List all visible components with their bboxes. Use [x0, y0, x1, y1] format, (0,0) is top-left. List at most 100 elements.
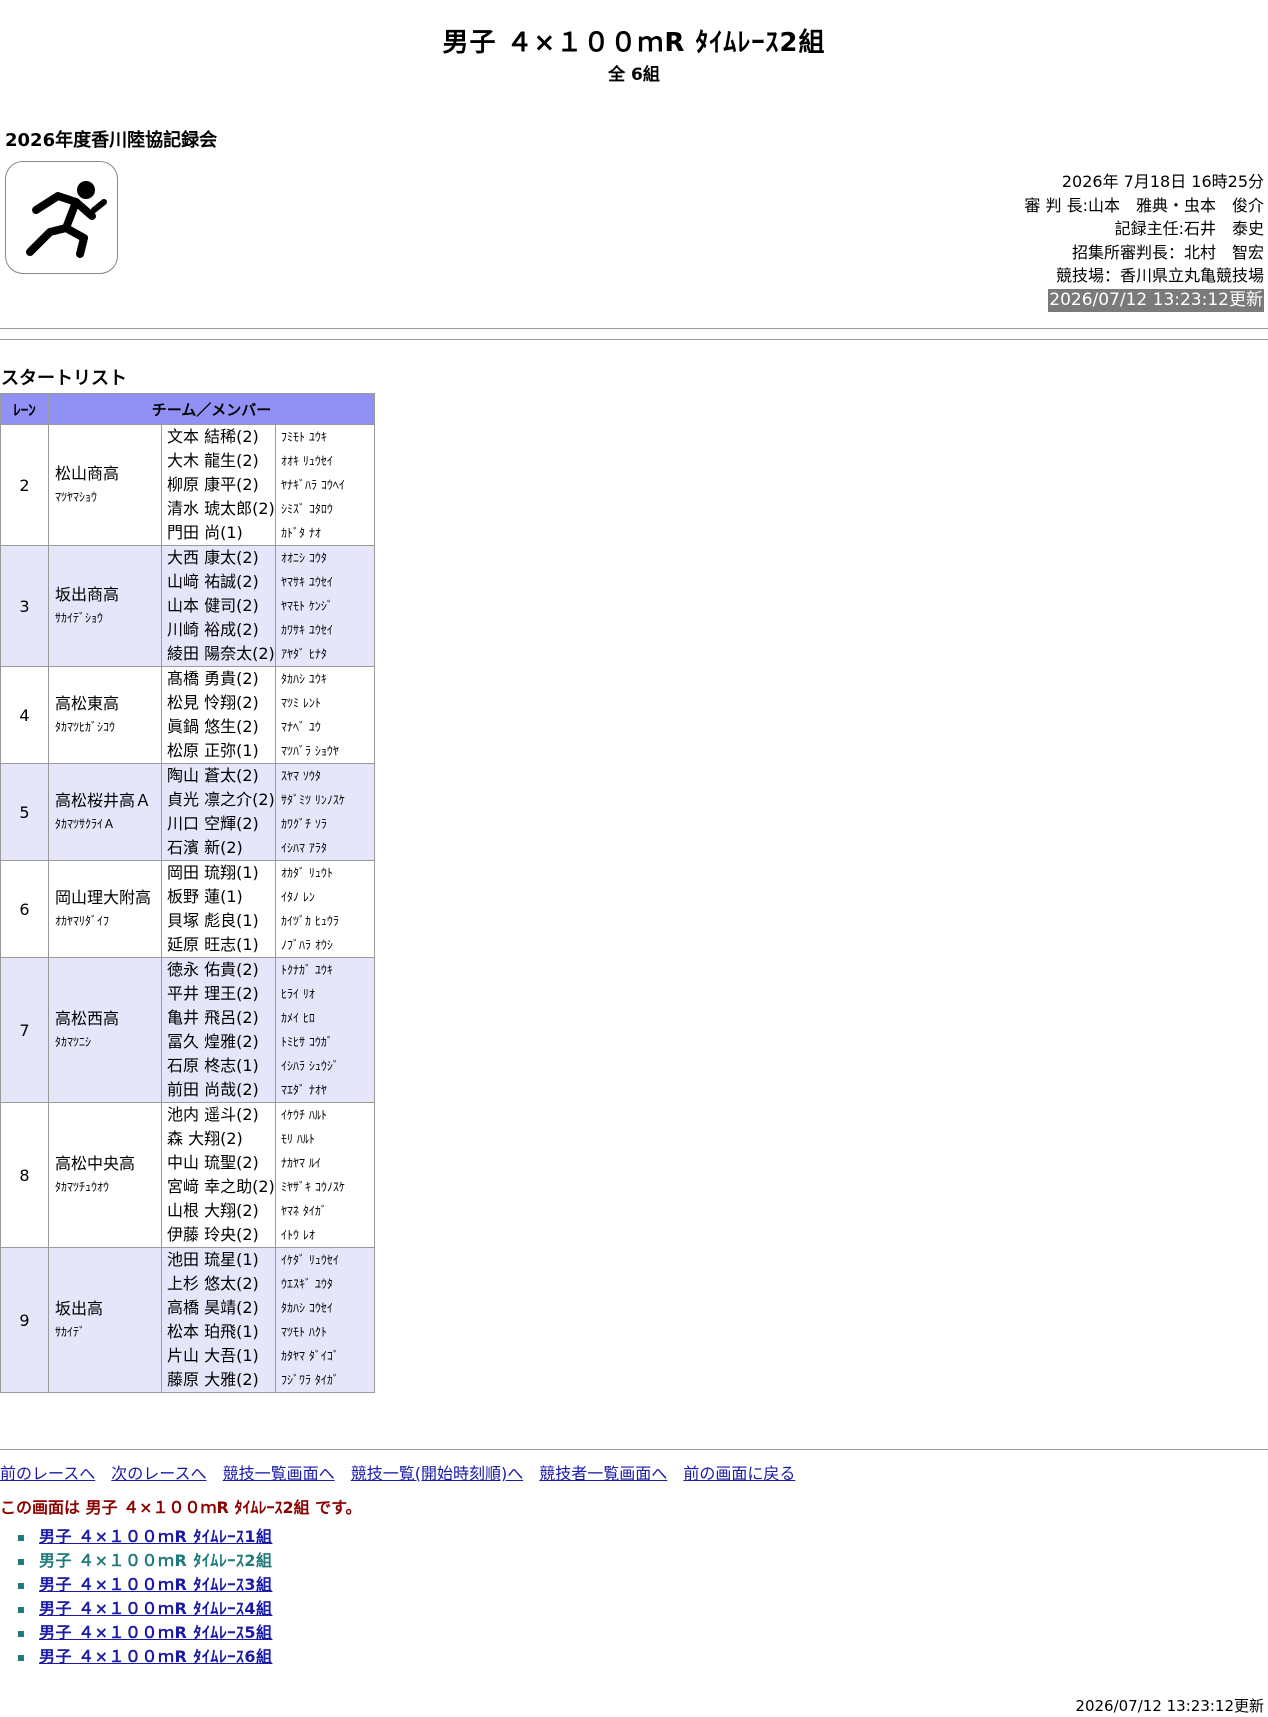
footer-updated: 2026/07/12 13:23:12更新 [1075, 1697, 1264, 1715]
team-cell: 高松中央高 ﾀｶﾏﾂﾁｭｳｵｳ [48, 1102, 162, 1248]
member-kana: ﾏｴﾀﾞ ﾅｵﾔ [281, 1083, 327, 1097]
member-name: 門田 尚(1) [167, 523, 243, 542]
members-cell: 岡田 琉翔(1) 板野 蓮(1) 貝塚 彪良(1) 延原 旺志(1) [161, 860, 276, 958]
team-name: 高松東高 [55, 694, 120, 713]
list-item: 男子 ４×１００ｍR ﾀｲﾑﾚｰｽ1組 [18, 1525, 273, 1549]
recorder: 記録主任:石井 泰史 [1114, 219, 1264, 238]
race-link[interactable]: 男子 ４×１００ｍR ﾀｲﾑﾚｰｽ3組 [39, 1575, 273, 1594]
table-row: 6 岡山理大附高 ｵｶﾔﾏﾘﾀﾞｲﾌ 岡田 琉翔(1) 板野 蓮(1) 貝塚 彪良(1) 延… [0, 860, 375, 958]
member-kana: ﾐﾔｻﾞｷ ｺｳﾉｽｹ [281, 1180, 345, 1194]
page-subtitle: 全 6組 [608, 65, 660, 85]
member-name: 片山 大吾(1) [167, 1346, 259, 1365]
member-kana: ｶﾜｻｷ ﾕｳｾｲ [281, 623, 333, 637]
members-cell: 文本 結稀(2) 大木 龍生(2) 柳原 康平(2) 清水 琥太郎(2) 門田 尚(1) [161, 424, 276, 546]
logo [5, 161, 118, 274]
member-kana: ｲﾄｳ ﾚｵ [281, 1228, 315, 1242]
race-link[interactable]: 男子 ４×１００ｍR ﾀｲﾑﾚｰｽ1組 [39, 1527, 273, 1546]
table-row: 7 高松西高 ﾀｶﾏﾂﾆｼ 徳永 佑貴(2) 平井 理王(2) 亀井 飛呂(2) 冨久 煌雅… [0, 957, 375, 1103]
member-kana: ﾏﾂﾊﾞﾗ ｼｮｳﾔ [281, 744, 339, 758]
lane-cell: 7 [0, 957, 49, 1103]
member-kana: ﾄｸﾅｶﾞ ﾕｳｷ [281, 963, 333, 977]
kana-cell: ﾄｸﾅｶﾞ ﾕｳｷ ﾋﾗｲ ﾘｵ ｶﾒｲ ﾋﾛ ﾄﾐﾋｻ ｺｳｶﾞ ｲｼﾊﾗ ｼｭｳｼﾞ… [275, 957, 375, 1103]
member-kana: ｽﾔﾏ ｿｳﾀ [281, 769, 321, 783]
bullet-icon [18, 1582, 24, 1589]
member-kana: ﾀｶﾊｼ ﾕｳｷ [281, 672, 327, 686]
next-race-link[interactable]: 次のレースへ [111, 1464, 206, 1483]
team-kana: ﾀｶﾏﾂﾁｭｳｵｳ [55, 1180, 110, 1194]
team-cell: 坂出高 ｻｶｲﾃﾞ [48, 1247, 162, 1393]
updated-timestamp: 2026/07/12 13:23:12更新 [1048, 288, 1264, 312]
team-kana: ｵｶﾔﾏﾘﾀﾞｲﾌ [55, 914, 110, 928]
table-row: 9 坂出高 ｻｶｲﾃﾞ 池田 琉星(1) 上杉 悠太(2) 高橋 昊靖(2) 松本 珀飛(1… [0, 1247, 375, 1393]
member-name: 文本 結稀(2) [167, 427, 259, 446]
kana-cell: ｽﾔﾏ ｿｳﾀ ｻﾀﾞﾐﾂ ﾘﾝﾉｽｹ ｶﾜｸﾞﾁ ｿﾗ ｲｼﾊﾏ ｱﾗﾀ [275, 763, 375, 861]
team-name: 松山商高 [55, 464, 120, 483]
member-kana: ﾋﾗｲ ﾘｵ [281, 987, 315, 1001]
venue: 競技場：香川県立丸亀競技場 [1055, 266, 1264, 285]
member-kana: ｵｶﾀﾞ ﾘｭｳﾄ [281, 866, 333, 880]
member-name: 板野 蓮(1) [167, 887, 243, 906]
kana-cell: ｵｵﾆｼ ｺｳﾀ ﾔﾏｻｷ ﾕｳｾｲ ﾔﾏﾓﾄ ｹﾝｼﾞ ｶﾜｻｷ ﾕｳｾｲ ｱﾔﾀﾞ … [275, 545, 375, 667]
prev-race-link[interactable]: 前のレースへ [0, 1464, 95, 1483]
kana-cell: ｲｹｳﾁ ﾊﾙﾄ ﾓﾘ ﾊﾙﾄ ﾅｶﾔﾏ ﾙｲ ﾐﾔｻﾞｷ ｺｳﾉｽｹ ﾔﾏﾈ ﾀｲｶﾞ… [275, 1102, 375, 1248]
kana-cell: ﾀｶﾊｼ ﾕｳｷ ﾏﾂﾐ ﾚﾝﾄ ﾏﾅﾍﾞ ﾕｳ ﾏﾂﾊﾞﾗ ｼｮｳﾔ [275, 666, 375, 764]
member-name: 大西 康太(2) [167, 548, 259, 567]
lane-cell: 4 [0, 666, 49, 764]
member-kana: ﾔﾅｷﾞﾊﾗ ｺｳﾍｲ [281, 478, 345, 492]
member-kana: ﾄﾐﾋｻ ｺｳｶﾞ [281, 1035, 333, 1049]
member-kana: ﾌﾐﾓﾄ ﾕｳｷ [281, 430, 327, 444]
member-name: 石濱 新(2) [167, 838, 243, 857]
event-datetime: 2026年 7月18日 16時25分 [1061, 172, 1264, 191]
divider [0, 339, 1268, 340]
member-name: 森 大翔(2) [167, 1129, 243, 1148]
divider [0, 1449, 1268, 1450]
team-kana: ﾀｶﾏﾂｻｸﾗｲＡ [55, 817, 116, 831]
member-name: 松本 珀飛(1) [167, 1322, 259, 1341]
member-name: 髙橋 勇貴(2) [167, 669, 259, 688]
table-row: 4 高松東高 ﾀｶﾏﾂﾋｶﾞｼｺｳ 髙橋 勇貴(2) 松見 怜翔(2) 眞鍋 悠生(2) 松… [0, 666, 375, 764]
member-name: 平井 理王(2) [167, 984, 259, 1003]
member-kana: ｲｼﾊﾏ ｱﾗﾀ [281, 841, 327, 855]
member-name: 陶山 蒼太(2) [167, 766, 259, 785]
team-kana: ﾀｶﾏﾂﾋｶﾞｼｺｳ [55, 720, 116, 734]
member-name: 貞光 凛之介(2) [167, 790, 275, 809]
list-item: 男子 ４×１００ｍR ﾀｲﾑﾚｰｽ6組 [18, 1645, 273, 1669]
member-kana: ﾔﾏｻｷ ﾕｳｾｲ [281, 575, 333, 589]
member-name: 大木 龍生(2) [167, 451, 259, 470]
member-name: 石原 柊志(1) [167, 1056, 259, 1075]
member-name: 伊藤 玲央(2) [167, 1225, 259, 1244]
race-link-current[interactable]: 男子 ４×１００ｍR ﾀｲﾑﾚｰｽ2組 [39, 1551, 273, 1570]
table-row: 3 坂出商高 ｻｶｲﾃﾞｼｮｳ 大西 康太(2) 山﨑 祐誠(2) 山本 健司(2) 川崎 … [0, 545, 375, 667]
member-name: 川口 空輝(2) [167, 814, 259, 833]
team-name: 岡山理大附高 [55, 888, 152, 907]
members-cell: 徳永 佑貴(2) 平井 理王(2) 亀井 飛呂(2) 冨久 煌雅(2) 石原 柊志(1)… [161, 957, 276, 1103]
section-title: スタートリスト [1, 368, 127, 389]
team-name: 高松中央高 [55, 1154, 136, 1173]
team-kana: ﾏﾂﾔﾏｼｮｳ [55, 490, 98, 504]
member-name: 山根 大翔(2) [167, 1201, 259, 1220]
member-name: 川崎 裕成(2) [167, 620, 259, 639]
member-name: 冨久 煌雅(2) [167, 1032, 259, 1051]
runner-icon [26, 181, 107, 258]
race-link[interactable]: 男子 ４×１００ｍR ﾀｲﾑﾚｰｽ4組 [39, 1599, 273, 1618]
lane-header: ﾚｰﾝ [0, 393, 49, 425]
members-cell: 陶山 蒼太(2) 貞光 凛之介(2) 川口 空輝(2) 石濱 新(2) [161, 763, 276, 861]
race-link[interactable]: 男子 ４×１００ｍR ﾀｲﾑﾚｰｽ5組 [39, 1623, 273, 1642]
team-name: 高松桜井高Ａ [55, 791, 152, 810]
bullet-icon [18, 1558, 24, 1565]
member-name: 高橋 昊靖(2) [167, 1298, 259, 1317]
back-link[interactable]: 前の画面に戻る [683, 1464, 795, 1483]
athlete-list-link[interactable]: 競技者一覧画面へ [539, 1464, 667, 1483]
table-row: 2 松山商高 ﾏﾂﾔﾏｼｮｳ 文本 結稀(2) 大木 龍生(2) 柳原 康平(2) 清水 琥… [0, 424, 375, 546]
member-kana: ｶﾀﾔﾏ ﾀﾞｲｺﾞ [281, 1349, 339, 1363]
race-link[interactable]: 男子 ４×１００ｍR ﾀｲﾑﾚｰｽ6組 [39, 1647, 273, 1666]
members-cell: 髙橋 勇貴(2) 松見 怜翔(2) 眞鍋 悠生(2) 松原 正弥(1) [161, 666, 276, 764]
team-kana: ｻｶｲﾃﾞｼｮｳ [55, 611, 104, 625]
bullet-icon [18, 1654, 24, 1661]
list-item: 男子 ４×１００ｍR ﾀｲﾑﾚｰｽ5組 [18, 1621, 273, 1645]
member-kana: ﾓﾘ ﾊﾙﾄ [281, 1132, 315, 1146]
team-header: チーム／メンバー [48, 393, 375, 425]
event-list-by-time-link[interactable]: 競技一覧(開始時刻順)へ [351, 1464, 524, 1483]
member-kana: ｲｹｳﾁ ﾊﾙﾄ [281, 1108, 327, 1122]
event-list-link[interactable]: 競技一覧画面へ [223, 1464, 335, 1483]
